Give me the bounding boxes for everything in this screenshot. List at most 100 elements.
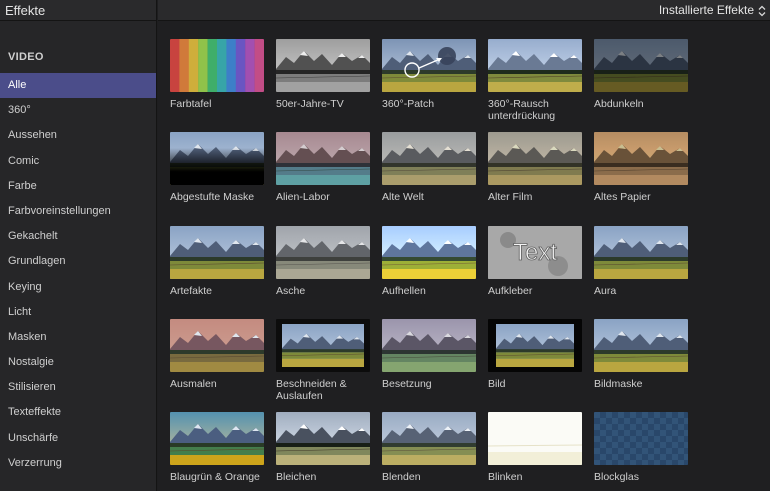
effect-label: Abdunkeln: [594, 98, 644, 110]
effect-thumbnail[interactable]: [382, 412, 476, 466]
effect-thumbnail[interactable]: [382, 132, 476, 186]
effect-label: Blaugrün & Orange: [170, 471, 260, 484]
effect-label: Alien-Labor: [276, 191, 330, 204]
category-item[interactable]: Farbe: [0, 174, 156, 199]
effect-label: Bleichen: [276, 471, 317, 484]
effect-label: Alte Welt: [382, 191, 424, 204]
effect-tile[interactable]: Farbtafel: [170, 39, 264, 110]
effect-label: Asche: [276, 284, 306, 297]
effect-thumbnail[interactable]: [594, 412, 688, 466]
effect-tile[interactable]: Alien-Labor: [276, 132, 370, 203]
effect-label: Artefakte: [170, 284, 213, 297]
effect-thumbnail[interactable]: [276, 412, 370, 466]
category-item[interactable]: Masken: [0, 325, 156, 350]
effect-thumbnail[interactable]: [276, 132, 370, 186]
effect-tile[interactable]: Ausmalen: [170, 318, 264, 390]
effect-label: Bild: [488, 377, 506, 390]
effect-thumbnail[interactable]: [382, 318, 476, 372]
effect-label: Altes Papier: [594, 191, 651, 204]
category-item[interactable]: Alle: [0, 73, 156, 99]
effect-tile[interactable]: Bild: [488, 318, 582, 390]
effect-thumbnail[interactable]: [382, 225, 476, 279]
effect-label: Farbtafel: [170, 98, 212, 110]
chevron-up-down-icon: [758, 5, 766, 17]
effect-label: 50er-Jahre-TV: [276, 98, 344, 110]
sidebar-title: Effekte: [0, 0, 156, 21]
effect-tile[interactable]: Blockglas: [594, 412, 688, 483]
effect-thumbnail[interactable]: [170, 318, 264, 372]
effect-tile[interactable]: Abgestufte Maske: [170, 132, 264, 203]
category-item[interactable]: Stilisieren: [0, 375, 156, 400]
effect-label: Alter Film: [488, 191, 533, 204]
effect-thumbnail[interactable]: [488, 39, 582, 92]
category-item[interactable]: Comic: [0, 149, 156, 174]
category-item[interactable]: 360°: [0, 98, 156, 123]
category-item[interactable]: Gekachelt: [0, 224, 156, 249]
effect-tile[interactable]: Blinken: [488, 412, 582, 483]
effect-thumbnail[interactable]: [594, 318, 688, 372]
effect-label: Aura: [594, 284, 617, 297]
category-item[interactable]: Texteffekte: [0, 400, 156, 425]
effect-label: Aufhellen: [382, 284, 426, 297]
effect-tile[interactable]: Alter Film: [488, 132, 582, 203]
category-item[interactable]: Grundlagen: [0, 249, 156, 274]
effect-tile[interactable]: Asche: [276, 225, 370, 297]
effect-label: Abgestufte Maske: [170, 191, 255, 204]
category-item[interactable]: Licht: [0, 300, 156, 325]
effect-label: Blenden: [382, 471, 421, 484]
category-list: Alle 360° Aussehen Comic Farbe Farbvoreinstel…: [0, 73, 156, 476]
sticker-text: Text: [513, 239, 557, 266]
effect-label: Blinken: [488, 471, 523, 484]
effect-thumbnail[interactable]: [594, 39, 688, 92]
category-item[interactable]: Unschärfe: [0, 426, 156, 451]
effect-thumbnail[interactable]: [594, 132, 688, 186]
effect-tile[interactable]: Besetzung: [382, 318, 476, 390]
effects-sidebar: Effekte VIDEO Alle 360° Aussehen Comic Farbe…: [0, 0, 157, 491]
effect-label: Aufkleber: [488, 284, 533, 297]
installed-effects-select[interactable]: Installierte Effekte: [659, 0, 766, 21]
effect-thumbnail[interactable]: [276, 318, 370, 372]
effect-label: Ausmalen: [170, 377, 217, 390]
effect-label: Besetzung: [382, 377, 432, 390]
effect-tile[interactable]: Altes Papier: [594, 132, 688, 203]
effect-thumbnail[interactable]: [594, 225, 688, 279]
effect-tile[interactable]: Blaugrün & Orange: [170, 412, 264, 483]
effect-label: 360°-Rausch unterdrückung: [488, 98, 556, 122]
effect-thumbnail[interactable]: [276, 225, 370, 279]
effect-thumbnail[interactable]: [382, 39, 476, 92]
effect-thumbnail[interactable]: [488, 132, 582, 186]
effect-thumbnail[interactable]: [170, 39, 264, 92]
effect-tile[interactable]: 50er-Jahre-TV: [276, 39, 370, 110]
category-item[interactable]: Keying: [0, 275, 156, 300]
effect-tile[interactable]: Aura: [594, 225, 688, 297]
effect-tile[interactable]: Bildmaske: [594, 318, 688, 390]
effect-thumbnail[interactable]: [488, 412, 582, 466]
effects-browser: Installierte Effekte Farbtafel 50er-Jahr…: [158, 0, 770, 491]
effect-label: Beschneiden & Auslaufen: [276, 377, 347, 402]
effect-tile[interactable]: Alte Welt: [382, 132, 476, 203]
effect-label: 360°-Patch: [382, 98, 435, 110]
browser-header: Installierte Effekte: [158, 0, 770, 21]
effect-thumbnail[interactable]: [170, 412, 264, 466]
effect-tile[interactable]: Text Aufkleber: [488, 225, 582, 297]
category-item[interactable]: Nostalgie: [0, 350, 156, 375]
effect-thumbnail[interactable]: [170, 132, 264, 186]
installed-effects-label: Installierte Effekte: [658, 3, 754, 17]
effect-label: Blockglas: [594, 471, 639, 484]
effect-tile[interactable]: Bleichen: [276, 412, 370, 483]
effect-tile[interactable]: Artefakte: [170, 225, 264, 297]
effect-tile[interactable]: 360°-Patch: [382, 39, 476, 110]
effect-label: Bildmaske: [594, 377, 643, 390]
effect-tile[interactable]: 360°-Rausch unterdrückung: [488, 39, 582, 122]
effect-tile[interactable]: Blenden: [382, 412, 476, 483]
effect-tile[interactable]: Abdunkeln: [594, 39, 688, 110]
effect-thumbnail[interactable]: Text: [488, 225, 582, 279]
category-item[interactable]: Farbvoreinstellungen: [0, 199, 156, 224]
effect-tile[interactable]: Beschneiden & Auslaufen: [276, 318, 370, 402]
effect-thumbnail[interactable]: [488, 318, 582, 372]
effect-thumbnail[interactable]: [276, 39, 370, 92]
category-item[interactable]: Verzerrung: [0, 451, 156, 476]
category-item[interactable]: Aussehen: [0, 123, 156, 148]
effect-thumbnail[interactable]: [170, 225, 264, 279]
effect-tile[interactable]: Aufhellen: [382, 225, 476, 297]
